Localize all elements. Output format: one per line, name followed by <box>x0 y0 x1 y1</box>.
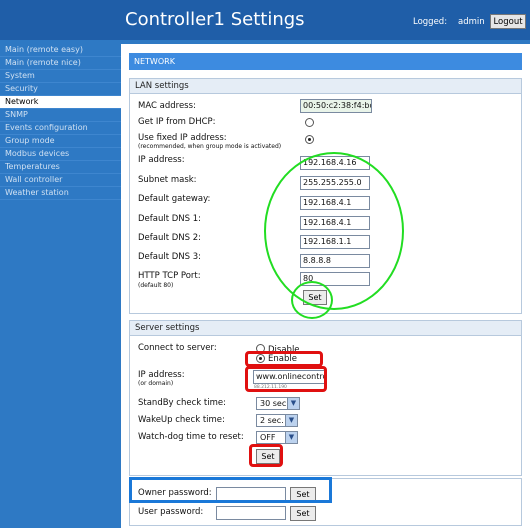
ip-field[interactable]: 192.168.4.16 <box>300 156 370 170</box>
dhcp-label: Get IP from DHCP: <box>138 117 216 127</box>
dns2-label: Default DNS 2: <box>138 233 202 243</box>
enable-radio[interactable] <box>256 354 265 363</box>
server-ip-field[interactable]: www.onlinecontro <box>253 370 325 384</box>
dns1-label: Default DNS 1: <box>138 214 202 224</box>
user-password-set-button[interactable]: Set <box>290 506 316 521</box>
gateway-label: Default gateway: <box>138 194 211 204</box>
wakeup-select[interactable]: 2 sec. ▼ <box>256 414 298 427</box>
dns3-label: Default DNS 3: <box>138 252 202 262</box>
standby-select[interactable]: 30 sec. ▼ <box>256 397 300 410</box>
fixed-ip-note: (recommended, when group mode is activat… <box>138 143 282 150</box>
sidebar-item-main-remote-nice[interactable]: Main (remote nice) <box>0 57 121 70</box>
wakeup-label: WakeUp check time: <box>138 415 225 425</box>
gateway-field[interactable]: 192.168.4.1 <box>300 196 370 210</box>
sidebar-item-wall-controller[interactable]: Wall controller <box>0 174 121 187</box>
header-bar: Controller1 Settings Logged: admin Logou… <box>0 0 530 40</box>
lan-settings-panel: LAN settings MAC address: 00:50:c2:38:f4… <box>129 78 522 314</box>
logged-label: Logged: <box>413 17 448 27</box>
sidebar-item-weather-station[interactable]: Weather station <box>0 187 121 200</box>
chevron-down-icon: ▼ <box>285 432 297 443</box>
watchdog-select[interactable]: OFF ▼ <box>256 431 298 444</box>
owner-password-set-button[interactable]: Set <box>290 487 316 502</box>
server-set-button[interactable]: Set <box>256 449 280 464</box>
chevron-down-icon: ▼ <box>285 415 297 426</box>
lan-set-button[interactable]: Set <box>303 290 327 305</box>
port-label: HTTP TCP Port: <box>138 271 201 281</box>
watchdog-label: Watch-dog time to reset: <box>138 432 244 442</box>
sidebar-item-modbus-devices[interactable]: Modbus devices <box>0 148 121 161</box>
sidebar-item-group-mode[interactable]: Group mode <box>0 135 121 148</box>
section-title: NETWORK <box>129 53 522 70</box>
chevron-down-icon: ▼ <box>287 398 299 409</box>
sidebar-item-network[interactable]: Network <box>0 96 121 109</box>
lan-settings-header: LAN settings <box>130 79 521 94</box>
wakeup-value: 2 sec. <box>260 416 284 425</box>
logout-button[interactable]: Logout <box>490 14 526 29</box>
user-password-label: User password: <box>138 507 204 517</box>
server-ip-note: (or domain) <box>138 380 174 387</box>
user-password-field[interactable] <box>216 506 286 520</box>
dns1-field[interactable]: 192.168.4.1 <box>300 216 370 230</box>
watchdog-value: OFF <box>260 433 276 442</box>
dhcp-radio[interactable] <box>305 118 314 127</box>
subnet-label: Subnet mask: <box>138 175 197 185</box>
connect-label: Connect to server: <box>138 343 217 353</box>
logged-user: admin <box>458 17 485 27</box>
owner-password-field[interactable] <box>216 487 286 501</box>
sidebar-item-system[interactable]: System <box>0 70 121 83</box>
standby-value: 30 sec. <box>260 399 289 408</box>
mac-field: 00:50:c2:38:f4:bd <box>300 99 372 113</box>
owner-password-label: Owner password: <box>138 488 212 498</box>
sidebar-item-events-configuration[interactable]: Events configuration <box>0 122 121 135</box>
subnet-field[interactable]: 255.255.255.0 <box>300 176 370 190</box>
standby-label: StandBy check time: <box>138 398 226 408</box>
ip-label: IP address: <box>138 155 185 165</box>
sidebar: Main (remote easy) Main (remote nice) Sy… <box>0 44 121 200</box>
port-field[interactable]: 80 <box>300 272 370 286</box>
mac-label: MAC address: <box>138 101 196 111</box>
disable-radio[interactable] <box>256 344 265 353</box>
dns2-field[interactable]: 192.168.1.1 <box>300 235 370 249</box>
fixed-ip-label: Use fixed IP address: <box>138 133 227 143</box>
page-title: Controller1 Settings <box>125 9 305 30</box>
server-ip-label: IP address: <box>138 370 185 380</box>
enable-label: Enable <box>268 354 297 364</box>
main-content: NETWORK LAN settings MAC address: 00:50:… <box>121 44 530 528</box>
dns3-field[interactable]: 8.8.8.8 <box>300 254 370 268</box>
server-settings-header: Server settings <box>130 321 521 336</box>
sidebar-item-security[interactable]: Security <box>0 83 121 96</box>
fixed-ip-radio[interactable] <box>305 135 314 144</box>
sidebar-item-main-remote-easy[interactable]: Main (remote easy) <box>0 44 121 57</box>
sidebar-item-snmp[interactable]: SNMP <box>0 109 121 122</box>
password-panel: Owner password: Set User password: Set <box>129 478 522 526</box>
server-settings-panel: Server settings Connect to server: Disab… <box>129 320 522 476</box>
server-ip-resolved: 88.212.11.190 <box>254 385 287 390</box>
port-note: (default 80) <box>138 282 174 289</box>
sidebar-item-temperatures[interactable]: Temperatures <box>0 161 121 174</box>
